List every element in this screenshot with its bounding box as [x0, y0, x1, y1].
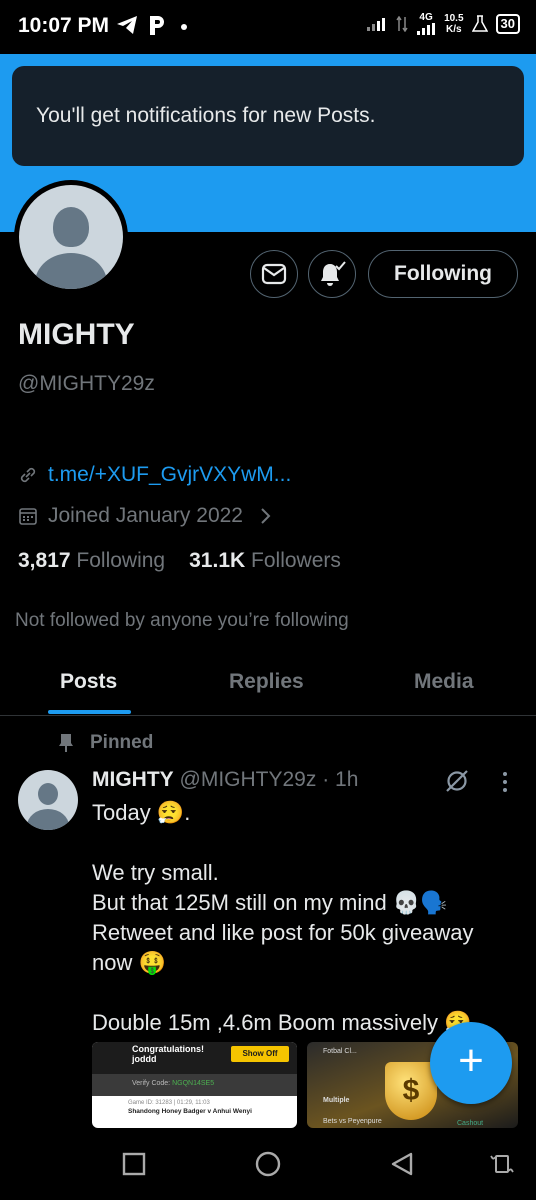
media1-show-off: Show Off: [231, 1046, 289, 1062]
p-icon: [150, 16, 164, 35]
post-avatar-head: [38, 783, 58, 805]
active-tab-indicator: [48, 710, 131, 714]
following-count: 3,817: [18, 549, 71, 572]
pinned-label: Pinned: [90, 732, 154, 753]
post-media-1[interactable]: Congratulations! joddd Show Off Verify C…: [92, 1042, 297, 1128]
followers-label: Followers: [251, 549, 341, 572]
following-stat[interactable]: 3,817 Following: [18, 549, 165, 573]
system-navigation-bar: [0, 1128, 536, 1200]
following-button[interactable]: Following: [368, 250, 518, 298]
followers-stat[interactable]: 31.1K Followers: [189, 549, 341, 573]
post-text[interactable]: Today 😮‍💨. We try small. But that 125M s…: [92, 798, 512, 1038]
recent-apps-button[interactable]: [118, 1148, 150, 1180]
post-header: MIGHTY @MIGHTY29z · 1h: [92, 768, 358, 792]
bell-check-icon: [321, 261, 346, 286]
post-line: But that 125M still on my mind 💀🗣️: [92, 890, 448, 915]
notifications-button[interactable]: [308, 250, 356, 298]
media1-game-id: Game ID: 31283 | 01:29, 11:03: [128, 1100, 210, 1106]
media1-congrats: Congratulations! joddd: [132, 1044, 204, 1064]
post-author-avatar[interactable]: [18, 770, 78, 830]
network-speed: 10.5 K/s: [444, 12, 464, 35]
status-time: 10:07 PM: [18, 14, 110, 37]
joined-row[interactable]: Joined January 2022: [18, 504, 273, 528]
media2-bets: Bets vs Peyenpure: [323, 1118, 382, 1125]
more-icon[interactable]: [498, 770, 512, 794]
post-line: We try small.: [92, 860, 219, 885]
network-type: 4G: [419, 12, 433, 23]
notification-toast: You'll get notifications for new Posts.: [12, 66, 524, 166]
trophy-image: $: [385, 1062, 437, 1120]
signal-icon-2: [417, 23, 436, 35]
post-avatar-body: [27, 809, 69, 830]
back-button[interactable]: [386, 1148, 418, 1180]
avatar-head: [53, 207, 89, 247]
dot-icon: [181, 24, 187, 30]
compose-post-button[interactable]: +: [430, 1022, 512, 1104]
tab-replies[interactable]: Replies: [229, 670, 304, 694]
data-arrows-icon: [396, 15, 408, 32]
pin-icon: [59, 734, 73, 752]
signal-icon: [367, 17, 386, 31]
telegram-icon: [117, 16, 137, 34]
status-notification-icons: [116, 14, 192, 36]
media1-header: Congratulations! joddd Show Off: [92, 1042, 297, 1074]
profile-link[interactable]: t.me/+XUF_GvjrVXYwM...: [48, 463, 291, 487]
back-nav-icon: [391, 1152, 413, 1176]
post-meta: @MIGHTY29z · 1h: [179, 768, 359, 791]
joined-date: Joined January 2022: [48, 504, 243, 527]
circle-nav-icon: [255, 1151, 281, 1177]
post-author[interactable]: MIGHTY: [92, 768, 174, 791]
media2-multiple: Multiple: [323, 1097, 350, 1104]
plus-icon: +: [458, 1036, 484, 1085]
followers-count: 31.1K: [189, 549, 246, 572]
tab-posts[interactable]: Posts: [60, 670, 117, 694]
profile-link-row[interactable]: t.me/+XUF_GvjrVXYwM...: [18, 463, 291, 487]
post-line: Today 😮‍💨.: [92, 800, 191, 825]
square-nav-icon: [122, 1152, 146, 1176]
chevron-right-icon: [261, 508, 271, 524]
following-label: Following: [76, 549, 166, 572]
rotate-button[interactable]: [486, 1148, 518, 1180]
status-bar: 10:07 PM 4G 10.5 K/s 30: [0, 0, 536, 54]
rotate-nav-icon: [490, 1155, 514, 1173]
home-button[interactable]: [252, 1148, 284, 1180]
profile-name: MIGHTY: [18, 318, 135, 351]
media1-verify: Verify Code: NGQN14SE5: [92, 1074, 297, 1096]
profile-avatar[interactable]: [19, 185, 123, 289]
media2-cashout: Cashout: [457, 1120, 484, 1127]
profile-tabs: Posts Replies Media: [0, 650, 536, 716]
calendar-icon: [19, 508, 37, 525]
avatar-body: [35, 253, 107, 289]
media1-teams: Shandong Honey Badger v Anhui Wenyi: [128, 1108, 252, 1115]
status-system-icons: 4G 10.5 K/s 30: [366, 12, 520, 35]
media2-header: Fotbal Cl...: [323, 1048, 357, 1055]
grok-icon[interactable]: [444, 768, 470, 794]
flask-icon: [471, 14, 488, 32]
post-line: Retweet and like post for 50k giveaway: [92, 920, 474, 945]
battery-indicator: 30: [495, 13, 520, 34]
not-followed-text: Not followed by anyone you’re following: [15, 610, 349, 631]
message-button[interactable]: [250, 250, 298, 298]
pinned-label-row: Pinned: [58, 732, 153, 754]
tab-media[interactable]: Media: [414, 670, 474, 694]
link-icon: [20, 467, 36, 483]
mail-icon: [261, 263, 287, 285]
follow-stats: 3,817 Following 31.1K Followers: [18, 549, 341, 573]
post-line: now 🤑: [92, 950, 166, 975]
toast-message: You'll get notifications for new Posts.: [36, 104, 376, 127]
profile-handle: @MIGHTY29z: [18, 372, 155, 395]
